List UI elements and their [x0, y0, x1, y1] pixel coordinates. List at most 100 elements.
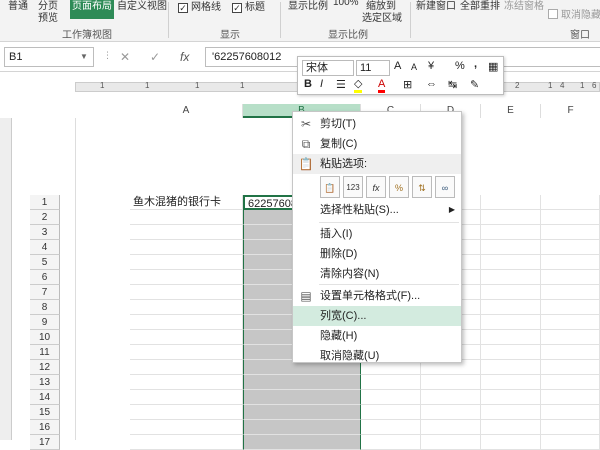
percent-icon[interactable]: %: [455, 60, 465, 72]
cell-e15[interactable]: [481, 405, 541, 420]
menu-item-hide[interactable]: 隐藏(H): [293, 326, 461, 346]
menu-item-unhide[interactable]: 取消隐藏(U): [293, 346, 461, 366]
cell-f2[interactable]: [541, 210, 600, 225]
row-header-17[interactable]: 17: [30, 435, 60, 450]
menu-item-clear-contents[interactable]: 清除内容(N): [293, 264, 461, 284]
column-header-e[interactable]: E: [481, 104, 541, 118]
cell-e13[interactable]: [481, 375, 541, 390]
paste-formatting-icon[interactable]: %: [389, 176, 409, 198]
cell-a11[interactable]: [130, 345, 243, 360]
cell-e3[interactable]: [481, 225, 541, 240]
cell-c13[interactable]: [361, 375, 421, 390]
paste-icon[interactable]: 📋: [320, 176, 340, 198]
fill-color-icon[interactable]: ◇: [354, 78, 363, 93]
drag-handle-icon[interactable]: ⋮: [103, 50, 112, 61]
cell-f6[interactable]: [541, 270, 600, 285]
decimal-icon[interactable]: ↹: [448, 78, 457, 91]
gridlines-checkbox[interactable]: ✓ 网格线: [178, 0, 221, 13]
normal-view-button[interactable]: 普通: [8, 0, 28, 12]
cell-e2[interactable]: [481, 210, 541, 225]
cell-f16[interactable]: [541, 420, 600, 435]
row-header-6[interactable]: 6: [30, 270, 60, 285]
cell-f7[interactable]: [541, 285, 600, 300]
cell-f13[interactable]: [541, 375, 600, 390]
cell-e9[interactable]: [481, 315, 541, 330]
paste-transpose-icon[interactable]: ⇅: [412, 176, 432, 198]
cell-e8[interactable]: [481, 300, 541, 315]
new-window-button[interactable]: 新建窗口: [416, 0, 456, 12]
cell-b14[interactable]: [243, 390, 361, 405]
cell-d16[interactable]: [421, 420, 481, 435]
headings-checkbox[interactable]: ✓ 标题: [232, 0, 265, 13]
name-box-dropdown-icon[interactable]: ▼: [80, 52, 88, 61]
row-header-3[interactable]: 3: [30, 225, 60, 240]
cell-d15[interactable]: [421, 405, 481, 420]
font-size-select[interactable]: 11: [356, 60, 390, 76]
cell-a17[interactable]: [130, 435, 243, 450]
cell-a7[interactable]: [130, 285, 243, 300]
cell-a2[interactable]: [130, 210, 243, 225]
cell-c17[interactable]: [361, 435, 421, 450]
cell-f8[interactable]: [541, 300, 600, 315]
cell-f17[interactable]: [541, 435, 600, 450]
cell-f5[interactable]: [541, 255, 600, 270]
cell-f3[interactable]: [541, 225, 600, 240]
cell-f12[interactable]: [541, 360, 600, 375]
cell-b16[interactable]: [243, 420, 361, 435]
cell-e6[interactable]: [481, 270, 541, 285]
insert-function-icon[interactable]: fx: [180, 50, 189, 64]
row-header-12[interactable]: 12: [30, 360, 60, 375]
cell-c15[interactable]: [361, 405, 421, 420]
borders-icon[interactable]: ⊞: [403, 78, 412, 91]
column-header-a[interactable]: A: [130, 104, 243, 118]
cell-e1[interactable]: [481, 195, 541, 210]
cell-b13[interactable]: [243, 375, 361, 390]
menu-item-delete[interactable]: 删除(D): [293, 244, 461, 264]
cell-e12[interactable]: [481, 360, 541, 375]
zoom-100-button[interactable]: 100%: [333, 0, 359, 8]
cell-a9[interactable]: [130, 315, 243, 330]
row-header-1[interactable]: 1: [30, 195, 60, 210]
paste-values-icon[interactable]: 123: [343, 176, 363, 198]
cell-f11[interactable]: [541, 345, 600, 360]
menu-item-insert[interactable]: 插入(I): [293, 224, 461, 244]
cell-d14[interactable]: [421, 390, 481, 405]
column-header-f[interactable]: F: [541, 104, 600, 118]
cell-e14[interactable]: [481, 390, 541, 405]
cell-d13[interactable]: [421, 375, 481, 390]
increase-font-icon[interactable]: A: [394, 60, 401, 72]
cell-a12[interactable]: [130, 360, 243, 375]
cell-a1[interactable]: 鱼木混猪的银行卡: [130, 195, 243, 210]
cell-a8[interactable]: [130, 300, 243, 315]
cell-f10[interactable]: [541, 330, 600, 345]
cell-a16[interactable]: [130, 420, 243, 435]
cell-b15[interactable]: [243, 405, 361, 420]
row-header-9[interactable]: 9: [30, 315, 60, 330]
font-color-icon[interactable]: A: [378, 78, 386, 93]
paste-link-icon[interactable]: ∞: [435, 176, 455, 198]
cell-b17[interactable]: [243, 435, 361, 450]
cell-a5[interactable]: [130, 255, 243, 270]
cell-f15[interactable]: [541, 405, 600, 420]
paste-formulas-icon[interactable]: fx: [366, 176, 386, 198]
menu-item-cut[interactable]: ✂ 剪切(T): [293, 114, 461, 134]
format-painter-icon[interactable]: ▦: [488, 60, 498, 73]
cell-f14[interactable]: [541, 390, 600, 405]
row-header-15[interactable]: 15: [30, 405, 60, 420]
menu-item-column-width[interactable]: 列宽(C)...: [293, 306, 461, 326]
cell-e7[interactable]: [481, 285, 541, 300]
row-header-13[interactable]: 13: [30, 375, 60, 390]
font-name-select[interactable]: 宋体: [302, 60, 354, 76]
cell-a3[interactable]: [130, 225, 243, 240]
cell-a10[interactable]: [130, 330, 243, 345]
row-header-5[interactable]: 5: [30, 255, 60, 270]
unhide-window-checkbox[interactable]: 取消隐藏: [548, 6, 600, 21]
cell-c14[interactable]: [361, 390, 421, 405]
cell-a4[interactable]: [130, 240, 243, 255]
cell-c16[interactable]: [361, 420, 421, 435]
row-header-8[interactable]: 8: [30, 300, 60, 315]
decrease-font-icon[interactable]: A: [411, 62, 417, 72]
cell-e10[interactable]: [481, 330, 541, 345]
arrange-all-button[interactable]: 全部重排: [460, 0, 500, 12]
currency-icon[interactable]: ¥: [428, 60, 434, 72]
